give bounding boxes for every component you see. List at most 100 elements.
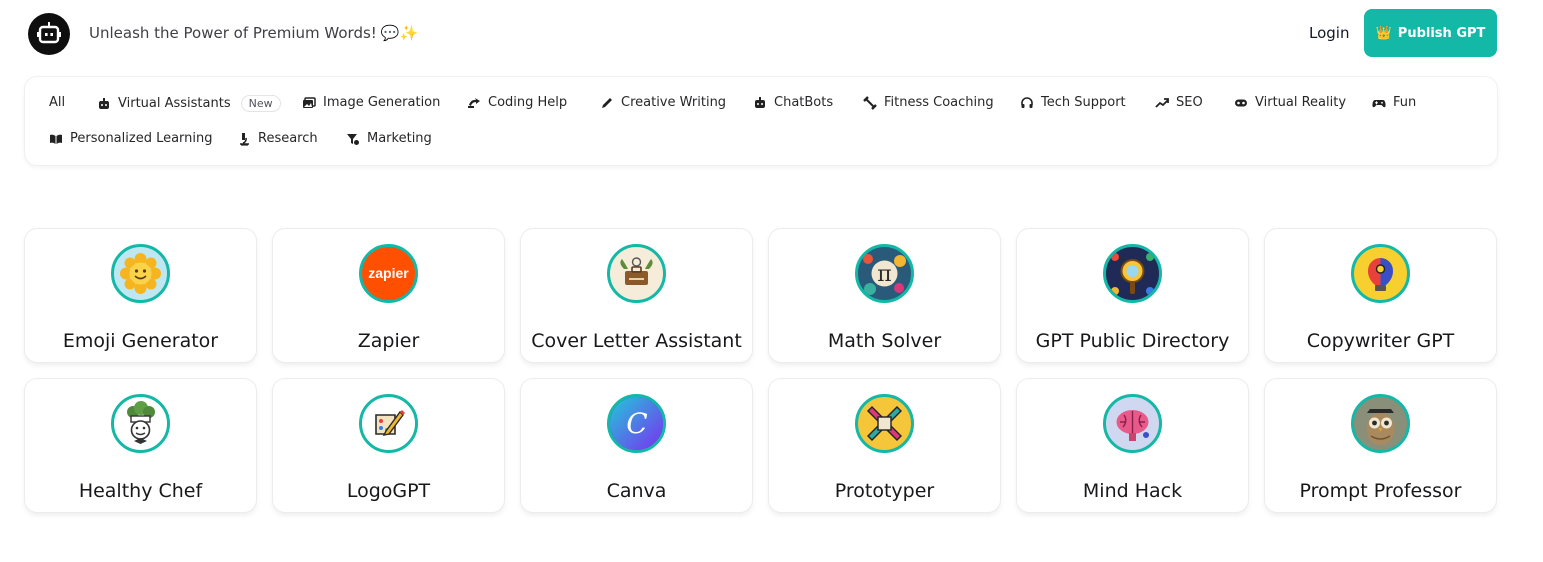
gpt-title: Emoji Generator	[62, 330, 219, 352]
briefcase-icon	[620, 257, 653, 285]
headset-icon	[1021, 96, 1033, 108]
gpt-card-prototyper[interactable]: Prototyper	[769, 379, 1000, 512]
gpt-title: LogoGPT	[346, 480, 431, 502]
trending-up-icon	[1155, 97, 1169, 108]
category-label: Virtual Assistants	[118, 96, 231, 111]
robot-icon	[99, 97, 109, 109]
gpt-title: Zapier	[357, 330, 420, 352]
gpt-card-cover-letter-assistant[interactable]: Cover Letter Assistant	[521, 229, 752, 362]
gpt-card-mind-hack[interactable]: Mind Hack	[1017, 379, 1248, 512]
category-label: Image Generation	[323, 95, 441, 110]
category-all[interactable]: All	[49, 95, 65, 110]
gpt-title: Prompt Professor	[1299, 480, 1462, 502]
gpt-title: Mind Hack	[1082, 480, 1183, 502]
vr-goggles-icon	[1235, 99, 1247, 106]
category-filter-panel: All Virtual Assistants New Image Generat…	[25, 77, 1497, 165]
book-open-icon	[50, 134, 62, 144]
gpt-avatar	[607, 244, 666, 303]
dumbbell-icon	[863, 95, 877, 110]
category-chatbots[interactable]: ChatBots	[753, 95, 833, 110]
category-label: Virtual Reality	[1255, 95, 1347, 110]
category-label: All	[49, 95, 66, 110]
new-badge: New	[240, 95, 281, 112]
category-label: Tech Support	[1041, 95, 1126, 110]
category-label: Research	[258, 131, 318, 146]
gpt-card-logogpt[interactable]: LogoGPT	[273, 379, 504, 512]
owl-icon	[1366, 409, 1395, 445]
category-label: SEO	[1176, 95, 1203, 110]
gamepad-icon	[1372, 99, 1386, 107]
svg-text:C: C	[626, 407, 647, 440]
category-seo[interactable]: SEO	[1155, 95, 1203, 110]
chef-broccoli-icon	[127, 401, 155, 444]
lightbulb-icon	[1367, 258, 1394, 291]
canva-logo-icon: C	[610, 397, 663, 450]
code-icon	[468, 97, 480, 108]
category-virtual-reality[interactable]: Virtual Reality	[1234, 95, 1346, 110]
gpt-card-prompt-professor[interactable]: Prompt Professor	[1265, 379, 1496, 512]
tagline: Unleash the Power of Premium Words! 💬✨	[89, 24, 418, 42]
category-research[interactable]: Research	[237, 131, 318, 146]
login-link[interactable]: Login	[1309, 24, 1349, 42]
gpt-card-math-solver[interactable]: π Math Solver	[769, 229, 1000, 362]
gpt-title: Healthy Chef	[78, 480, 203, 502]
site-logo[interactable]	[28, 13, 70, 55]
gpt-avatar	[1103, 244, 1162, 303]
magnifier-icon	[1111, 253, 1154, 295]
category-coding-help[interactable]: Coding Help	[467, 95, 567, 110]
gpt-title: Math Solver	[827, 330, 942, 352]
svg-text:π: π	[877, 262, 891, 287]
category-image-generation[interactable]: Image Generation	[302, 95, 440, 110]
category-fitness-coaching[interactable]: Fitness Coaching	[863, 95, 994, 110]
publish-gpt-label: Publish GPT	[1397, 25, 1486, 41]
gpt-avatar: zapier	[359, 244, 418, 303]
gpt-avatar	[855, 394, 914, 453]
tagline-emoji: 💬✨	[380, 24, 419, 42]
pi-icon: π	[863, 254, 906, 295]
category-label: Fitness Coaching	[884, 95, 994, 110]
zapier-logo-icon: zapier	[368, 265, 409, 281]
gpt-avatar	[1351, 244, 1410, 303]
robot-logo-icon	[37, 22, 61, 44]
gpt-card-gpt-public-directory[interactable]: GPT Public Directory	[1017, 229, 1248, 362]
brain-icon	[1116, 410, 1149, 441]
category-label: Fun	[1393, 95, 1417, 110]
category-virtual-assistants[interactable]: Virtual Assistants New	[97, 95, 281, 112]
gpt-avatar	[1351, 394, 1410, 453]
gpt-title: Cover Letter Assistant	[531, 330, 742, 352]
svg-text:zapier: zapier	[368, 265, 409, 281]
microscope-icon	[240, 132, 249, 146]
gpt-title: Canva	[606, 480, 667, 502]
gpt-avatar	[111, 244, 170, 303]
megaphone-icon	[347, 133, 359, 145]
category-fun[interactable]: Fun	[1372, 95, 1416, 110]
gpt-card-canva[interactable]: C Canva	[521, 379, 752, 512]
tools-icon	[867, 406, 902, 441]
gpt-card-healthy-chef[interactable]: Healthy Chef	[25, 379, 256, 512]
gpt-title: Prototyper	[834, 480, 935, 502]
crown-icon: 👑	[1375, 25, 1392, 41]
tagline-text: Unleash the Power of Premium Words!	[89, 24, 377, 42]
gpt-avatar	[111, 394, 170, 453]
category-label: ChatBots	[774, 95, 834, 110]
publish-gpt-button[interactable]: 👑 Publish GPT	[1364, 9, 1497, 57]
pencil-palette-icon	[375, 410, 405, 436]
gpt-card-emoji-generator[interactable]: Emoji Generator	[25, 229, 256, 362]
gpt-card-zapier[interactable]: zapier Zapier	[273, 229, 504, 362]
category-tech-support[interactable]: Tech Support	[1020, 95, 1126, 110]
category-label: Personalized Learning	[70, 131, 213, 146]
gpt-card-copywriter-gpt[interactable]: Copywriter GPT	[1265, 229, 1496, 362]
gpt-title: Copywriter GPT	[1306, 330, 1455, 352]
gpt-avatar: π	[855, 244, 914, 303]
robot-icon	[755, 96, 765, 108]
category-label: Coding Help	[488, 95, 568, 110]
gpt-avatar: C	[607, 394, 666, 453]
gpt-title: GPT Public Directory	[1035, 330, 1230, 352]
category-personalized-learning[interactable]: Personalized Learning	[49, 131, 213, 146]
pencil-icon	[602, 97, 612, 108]
gpt-avatar	[359, 394, 418, 453]
gpt-avatar	[1103, 394, 1162, 453]
category-marketing[interactable]: Marketing	[346, 131, 432, 146]
category-creative-writing[interactable]: Creative Writing	[600, 95, 726, 110]
sunflower-emoji-icon	[120, 253, 161, 294]
